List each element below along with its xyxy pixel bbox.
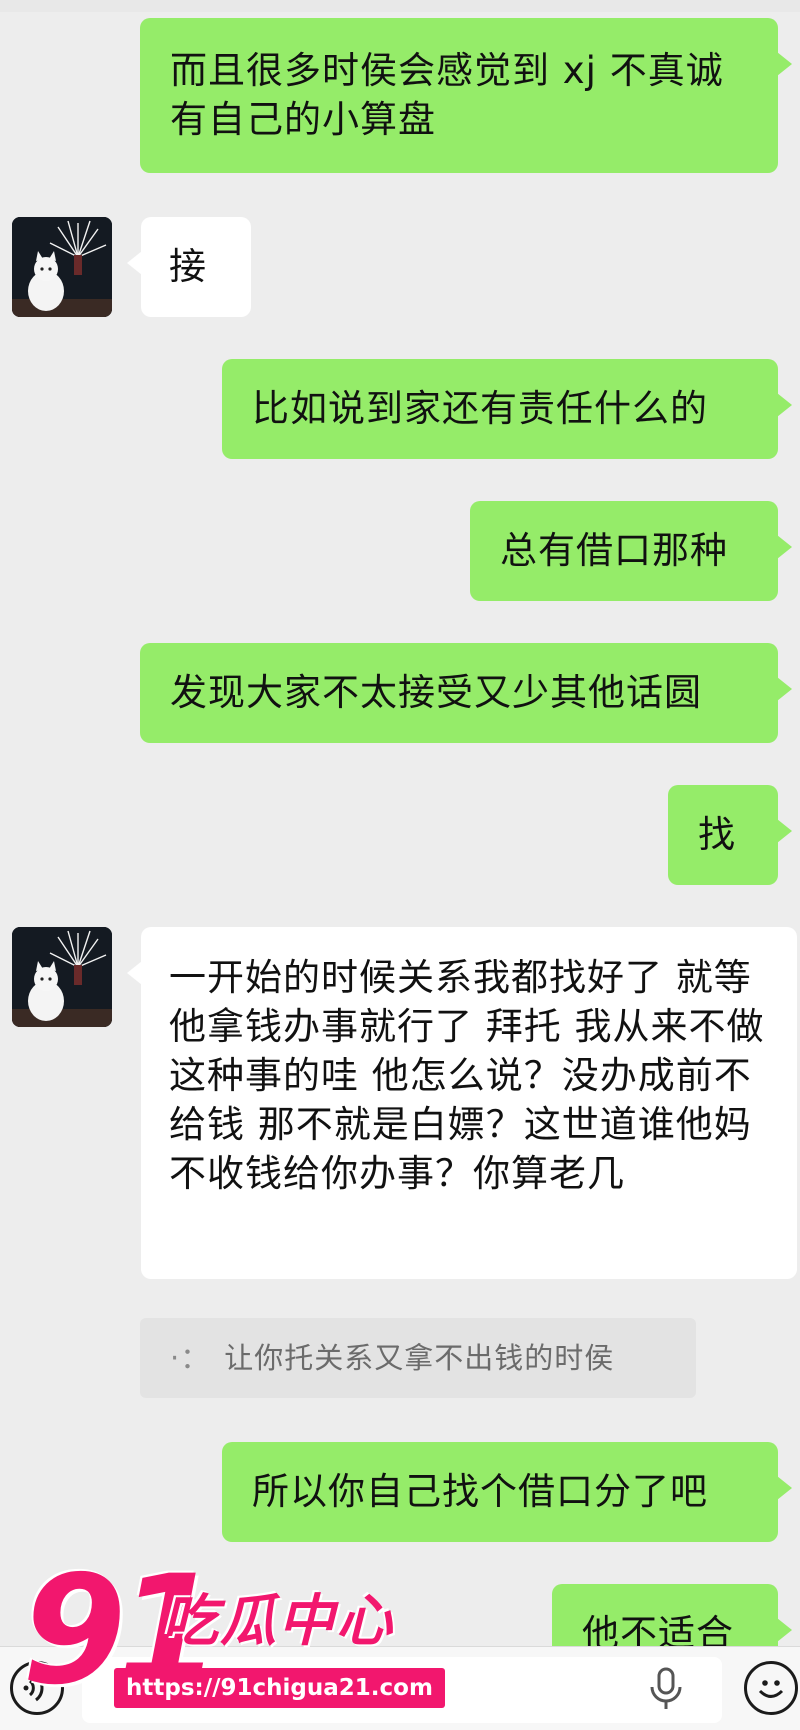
status-strip (0, 0, 800, 12)
quoted-message[interactable]: ·： 让你托关系又拿不出钱的时侯 (140, 1318, 696, 1398)
message-text: 找 (698, 813, 736, 856)
message-outgoing[interactable]: 而且很多时侯会感觉到 xj 不真诚有自己的小算盘 (140, 18, 792, 173)
message-text: 而且很多时侯会感觉到 xj 不真诚有自己的小算盘 (170, 49, 724, 141)
microphone-icon[interactable] (640, 1667, 692, 1717)
watermark-logo: 91 吃瓜中心 https://91chigua21.com (22, 1556, 445, 1716)
quote-marker: ·： (170, 1341, 211, 1375)
message-outgoing[interactable]: 发现大家不太接受又少其他话圆 (140, 643, 792, 743)
emoji-icon[interactable] (744, 1661, 798, 1715)
message-outgoing[interactable]: 总有借口那种 (470, 501, 792, 601)
quote-text: 让你托关系又拿不出钱的时侯 (224, 1341, 615, 1375)
message-text: 接 (169, 245, 207, 288)
message-text: 一开始的时候关系我都找好了 就等他拿钱办事就行了 拜托 我从来不做这种事的哇 他… (169, 956, 765, 1195)
message-outgoing[interactable]: 比如说到家还有责任什么的 (222, 359, 792, 459)
message-text: 所以你自己找个借口分了吧 (252, 1470, 708, 1513)
message-text: 发现大家不太接受又少其他话圆 (170, 671, 702, 714)
contact-avatar[interactable] (12, 927, 112, 1027)
contact-avatar[interactable] (12, 217, 112, 317)
message-incoming[interactable]: 接 (127, 217, 251, 317)
watermark-url: https://91chigua21.com (114, 1668, 445, 1708)
message-text: 比如说到家还有责任什么的 (252, 387, 708, 430)
watermark-name: 吃瓜中心 (162, 1589, 394, 1654)
message-text: 总有借口那种 (500, 529, 728, 572)
message-incoming[interactable]: 一开始的时候关系我都找好了 就等他拿钱办事就行了 拜托 我从来不做这种事的哇 他… (127, 927, 797, 1279)
message-outgoing[interactable]: 所以你自己找个借口分了吧 (222, 1442, 792, 1542)
message-outgoing[interactable]: 找 (668, 785, 792, 885)
